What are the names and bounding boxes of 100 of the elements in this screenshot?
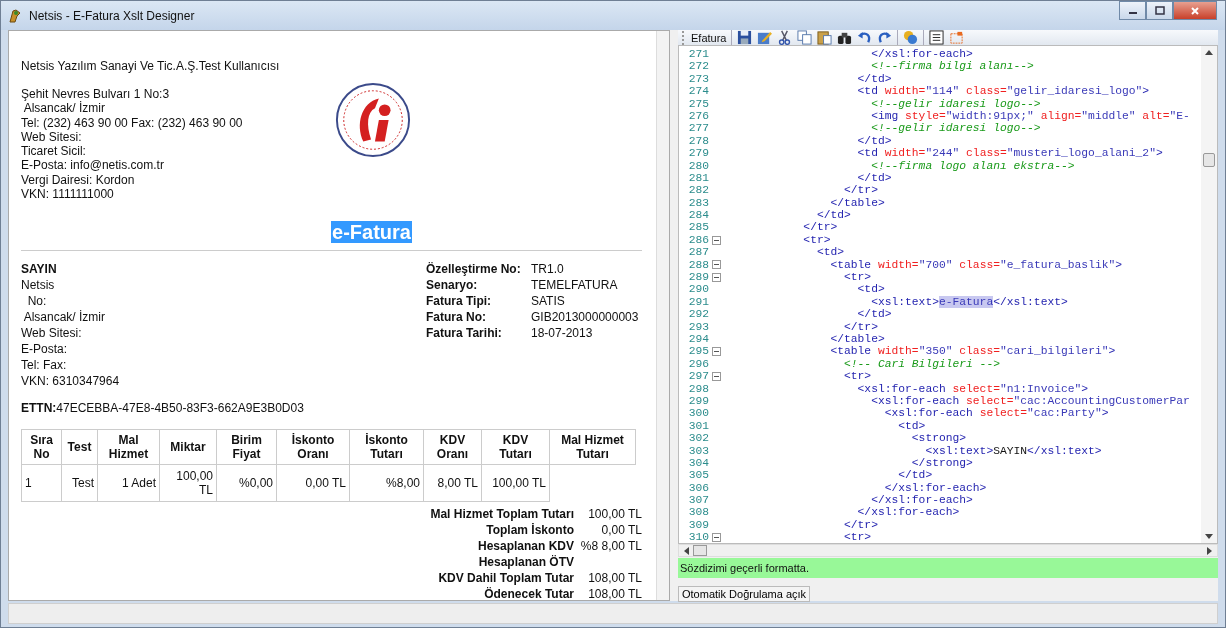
line-number: 286	[687, 233, 709, 247]
customer-info-line: Alsancak/ İzmir	[22, 309, 107, 326]
ettn-value: 47ECEBBA-47E8-4B50-83F3-662A9E3B0D03	[56, 401, 304, 416]
code-line: <!--gelir idaresi logo-->	[870, 97, 1041, 110]
code-line: </tr>	[843, 320, 878, 333]
vertical-scrollbar[interactable]	[656, 31, 669, 600]
company-info-line: Alsancak/ İzmir	[22, 101, 107, 116]
line-number: 281	[687, 171, 709, 185]
copy-icon[interactable]	[797, 30, 813, 45]
code-line: <xsl:for-each select="cac:Party">	[883, 407, 1109, 420]
code-line: <td width="114" class="gelir_idaresi_logo">	[856, 85, 1150, 98]
customer-info-line: No:	[26, 293, 48, 310]
auto-validate-button[interactable]: Otomatik Doğrulama açık	[678, 586, 811, 602]
company-name: Netsis Yazılım Sanayi Ve Tic.A.Ş.Test Kullanıcısı	[21, 59, 281, 75]
total-label: KDV Dahil Toplam Tutar	[437, 570, 574, 587]
company-info-line: Web Sitesi:	[21, 129, 83, 145]
customer-heading: SAYIN	[21, 261, 58, 278]
column-header: Mal Hizmet	[97, 429, 160, 465]
line-number: 275	[687, 97, 709, 110]
save-icon[interactable]	[737, 30, 753, 45]
scroll-left-icon[interactable]	[683, 546, 689, 555]
fold-toggle-icon[interactable]	[711, 272, 721, 282]
circles-icon[interactable]	[903, 30, 919, 45]
fold-toggle-icon[interactable]	[711, 371, 721, 381]
maximize-button[interactable]	[1146, 1, 1173, 20]
total-value: 108,00 TL	[588, 587, 642, 602]
company-info-line: Vergi Dairesi: Kordon	[21, 172, 136, 188]
line-number: 284	[687, 209, 709, 222]
line-number: 306	[687, 481, 709, 495]
code-line: <!--gelir idaresi logo-->	[870, 122, 1041, 135]
line-number: 290	[687, 283, 709, 296]
total-label: Mal Hizmet Toplam Tutarı	[429, 506, 574, 523]
code-line: <td>	[856, 283, 885, 296]
column-header: Test	[61, 429, 98, 465]
scroll-thumb[interactable]	[693, 545, 707, 556]
code-line: <!--firma logo alanı ekstra-->	[870, 159, 1075, 172]
validation-message: Sözdizimi geçerli formatta.	[678, 558, 1218, 578]
code-line: </strong>	[910, 456, 973, 470]
company-info-line: Tel: (232) 463 90 00 Fax: (232) 463 90 00	[21, 115, 244, 130]
fold-toggle-icon[interactable]	[711, 347, 721, 357]
code-line: </td>	[856, 308, 892, 321]
window-title: Netsis - E-Fatura Xslt Designer	[29, 8, 195, 23]
detail-value: GIB2013000000003	[531, 309, 639, 326]
undo-icon[interactable]	[857, 30, 873, 45]
code-line: </td>	[897, 469, 933, 482]
code-line: </td>	[856, 134, 892, 148]
scroll-down-icon[interactable]	[1205, 534, 1213, 540]
vertical-scrollbar[interactable]	[1201, 46, 1217, 543]
line-number: 277	[687, 122, 709, 135]
detail-value: TEMELFATURA	[531, 277, 619, 294]
code-line: <td>	[897, 419, 926, 433]
close-icon	[1190, 5, 1200, 16]
code-line: </xsl:for-each>	[883, 481, 987, 495]
horizontal-scrollbar[interactable]	[678, 544, 1218, 557]
company-info-line: VKN: 1111111000	[21, 187, 115, 202]
paste-icon[interactable]	[817, 30, 833, 45]
minimize-button[interactable]	[1119, 1, 1146, 20]
code-line: <table width="350" class="cari_bilgileri">	[829, 345, 1116, 358]
customer-info-line: Netsis	[21, 277, 56, 294]
total-value: 108,00 TL	[588, 571, 642, 586]
line-number: 278	[687, 134, 709, 148]
total-label: Toplam İskonto	[485, 522, 574, 539]
column-header: KDV Tutarı	[481, 429, 550, 465]
code-line: <strong>	[910, 432, 967, 445]
edit-icon[interactable]	[757, 30, 773, 45]
line-number: 304	[687, 456, 709, 470]
binoculars-icon[interactable]	[837, 30, 853, 45]
line-number: 307	[687, 494, 709, 507]
ettn-label: ETTN:	[21, 401, 57, 416]
code-line: <tr>	[843, 271, 872, 284]
line-number: 288	[687, 258, 709, 272]
line-number: 294	[687, 333, 709, 346]
code-line: <tr>	[843, 370, 872, 383]
customer-info-line: Web Sitesi:	[21, 325, 83, 342]
line-number: 280	[687, 159, 709, 172]
code-line: <!--firma bilgi alanı-->	[870, 60, 1034, 73]
scroll-thumb[interactable]	[1203, 153, 1215, 167]
line-number: 308	[687, 506, 709, 519]
fold-toggle-icon[interactable]	[711, 235, 721, 245]
code-line: <!-- Cari Bilgileri -->	[843, 357, 1000, 371]
redo-icon[interactable]	[877, 30, 893, 45]
cut-icon[interactable]	[777, 30, 793, 45]
column-header: Miktar	[159, 429, 217, 465]
detail-label: Özelleştirme No:	[426, 261, 522, 278]
close-button[interactable]	[1173, 1, 1217, 20]
toolbar-label: Efatura	[691, 31, 727, 44]
app-icon	[7, 7, 23, 24]
text-document-icon[interactable]	[929, 30, 945, 45]
scroll-up-icon[interactable]	[1205, 49, 1213, 55]
code-line: <xsl:text>SAYIN</xsl:text>	[924, 444, 1102, 457]
customer-info-line: Tel: Fax:	[21, 357, 68, 374]
line-number: 299	[687, 394, 709, 408]
fold-toggle-icon[interactable]	[711, 532, 721, 542]
column-header: Sıra No	[21, 429, 62, 465]
table-cell: 100,00 TL	[481, 464, 550, 502]
total-label: Ödenecek Tutar	[483, 586, 574, 603]
fold-toggle-icon[interactable]	[711, 260, 721, 270]
code-line: <tr>	[843, 531, 872, 543]
scroll-right-icon[interactable]	[1207, 546, 1213, 555]
line-number: 273	[687, 72, 709, 86]
